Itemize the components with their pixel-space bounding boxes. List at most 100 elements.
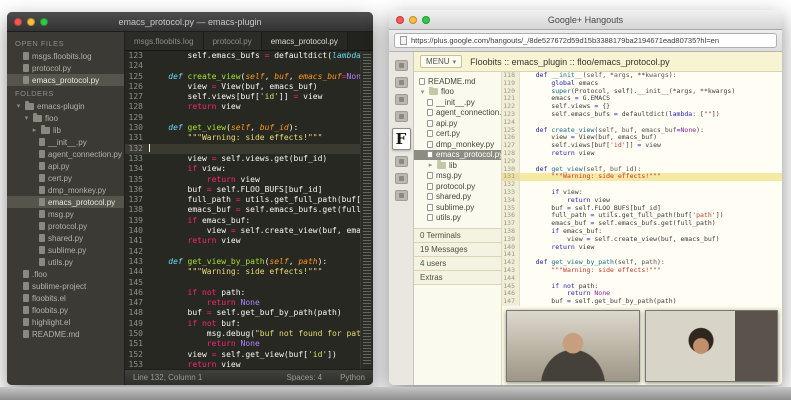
floobits-app-icon[interactable]: F: [391, 128, 411, 150]
tree-file-item[interactable]: shared.py: [7, 232, 124, 244]
section-0-terminals[interactable]: 0 Terminals: [414, 229, 501, 243]
code-line[interactable]: 146 return None: [502, 290, 782, 299]
code-line[interactable]: 141 return view: [125, 236, 373, 246]
open-file-item[interactable]: msgs.floobits.log: [7, 50, 124, 62]
code-line[interactable]: 142 def get_view_by_path(self, path):: [502, 258, 782, 267]
code-line[interactable]: 126 view = View(buf, emacs_buf): [502, 134, 782, 143]
disclosure-closed-icon[interactable]: ▸: [31, 126, 38, 134]
invite-person-icon[interactable]: [394, 77, 408, 88]
tools-icon[interactable]: [394, 173, 408, 184]
code-line[interactable]: 147 buf = self.get_buf_by_path(path): [502, 297, 782, 306]
code-line[interactable]: 135 return view: [125, 175, 373, 185]
open-file-item[interactable]: protocol.py: [7, 62, 124, 74]
code-line[interactable]: 137 full_path = utils.get_full_path(buf[…: [125, 195, 373, 205]
code-line[interactable]: 121 emacs = G.EMACS: [502, 95, 782, 104]
code-line[interactable]: 122 self.views = {}: [502, 102, 782, 111]
code-line[interactable]: 132: [125, 143, 373, 154]
tab-msgs-floobits-log[interactable]: msgs.floobits.log: [125, 32, 204, 50]
tree-folder-item[interactable]: ▾ floo: [414, 86, 501, 98]
code-line[interactable]: 139 view = self.create_view(buf, emacs_b…: [502, 235, 782, 244]
code-line[interactable]: 134 if view:: [125, 164, 373, 174]
minimize-button[interactable]: [27, 17, 35, 26]
tab-emacs-protocol-py[interactable]: emacs_protocol.py: [261, 32, 348, 50]
code-line[interactable]: 130 def get_view(self, buf_id):: [125, 123, 373, 133]
code-line[interactable]: 151 return None: [125, 339, 373, 349]
menu-button[interactable]: MENU: [420, 55, 463, 68]
tree-folder-item[interactable]: ▸ lib: [414, 160, 501, 171]
code-line[interactable]: 129: [502, 157, 782, 166]
sublime-titlebar[interactable]: emacs_protocol.py — emacs-plugin: [7, 12, 373, 32]
code-line[interactable]: 120 super(Protocol, self).__init__(*args…: [502, 87, 782, 96]
code-line[interactable]: 136 full_path = utils.get_full_path(buf[…: [502, 212, 782, 221]
code-line[interactable]: 131 """Warning: side effects!""": [502, 173, 782, 182]
tree-file-item[interactable]: sublime.py: [7, 244, 124, 256]
disclosure-open-icon[interactable]: ▾: [419, 88, 426, 96]
code-line[interactable]: 130 def get_view(self, buf_id):: [502, 165, 782, 174]
tree-file-item[interactable]: utils.py: [7, 256, 124, 268]
code-line[interactable]: 127 self.views[buf['id']] = view: [125, 92, 373, 102]
camera-icon[interactable]: [394, 94, 408, 105]
tree-file-item[interactable]: api.py: [414, 118, 501, 129]
code-line[interactable]: 143 """Warning: side effects!""": [502, 266, 782, 275]
tree-file-item[interactable]: sublime.py: [414, 202, 501, 213]
tree-folder-item[interactable]: ▾ emacs-plugin: [7, 100, 124, 112]
code-line[interactable]: 133 if view:: [502, 188, 782, 197]
tree-file-item[interactable]: .floo: [7, 268, 124, 280]
close-button[interactable]: [396, 15, 404, 24]
code-line[interactable]: 137 emacs_buf = self.emacs_bufs.get(full…: [502, 219, 782, 228]
section-19-messages[interactable]: 19 Messages: [414, 243, 501, 257]
tree-file-item[interactable]: cert.py: [414, 129, 501, 140]
code-line[interactable]: 128 return view: [502, 149, 782, 158]
disclosure-closed-icon[interactable]: ▸: [427, 161, 434, 169]
tree-file-item[interactable]: protocol.py: [414, 181, 501, 192]
code-line[interactable]: 126 view = View(buf, emacs_buf): [125, 82, 373, 92]
code-line[interactable]: 136 buf = self.FLOO_BUFS[buf_id]: [125, 185, 373, 195]
settings-icon[interactable]: [394, 190, 408, 201]
code-line[interactable]: 150 msg.debug("buf not found for path %s…: [125, 329, 373, 339]
tree-file-item[interactable]: dmp_monkey.py: [414, 139, 501, 150]
tree-file-item[interactable]: __init__.py: [414, 97, 501, 108]
minimap[interactable]: [360, 51, 373, 369]
code-line[interactable]: 129: [125, 113, 373, 123]
language-mode[interactable]: Python: [340, 373, 365, 382]
tree-file-item[interactable]: msg.py: [7, 208, 124, 220]
code-line[interactable]: 123 self.emacs_bufs = defaultdict(lambda…: [502, 110, 782, 119]
code-line[interactable]: 128 return view: [125, 102, 373, 112]
tree-file-item[interactable]: floobits.py: [7, 304, 124, 316]
code-line[interactable]: 133 view = self.views.get(buf_id): [125, 154, 373, 164]
code-line[interactable]: 123 self.emacs_bufs = defaultdict(lambda…: [125, 51, 373, 61]
zoom-button[interactable]: [40, 17, 48, 26]
code-line[interactable]: 125 def create_view(self, buf, emacs_buf…: [125, 72, 373, 82]
code-line[interactable]: 138 emacs_buf = self.emacs_bufs.get(full…: [125, 205, 373, 215]
tree-file-item[interactable]: agent_connection.py: [7, 148, 124, 160]
code-line[interactable]: 131 """Warning: side effects!""": [125, 133, 373, 143]
screenshare-icon[interactable]: [394, 60, 408, 71]
code-line[interactable]: 119 global emacs: [502, 79, 782, 88]
tree-file-item[interactable]: agent_connection.py: [414, 108, 501, 119]
tree-folder-item[interactable]: ▸ lib: [7, 124, 124, 136]
code-line[interactable]: 152 view = self.get_view(buf['id']): [125, 350, 373, 360]
tree-file-item[interactable]: __init__.py: [7, 136, 124, 148]
disclosure-open-icon[interactable]: ▾: [23, 114, 30, 122]
tree-file-item[interactable]: cert.py: [7, 172, 124, 184]
code-line[interactable]: 140 return view: [502, 243, 782, 252]
code-line[interactable]: 127 self.views[buf['id']] = view: [502, 141, 782, 150]
code-line[interactable]: 138 if emacs_buf:: [502, 227, 782, 236]
code-line[interactable]: 145: [125, 278, 373, 288]
code-line[interactable]: 140 view = self.create_view(buf, emacs_b…: [125, 226, 373, 236]
code-editor[interactable]: 123 self.emacs_bufs = defaultdict(lambda…: [125, 51, 373, 369]
code-line[interactable]: 124: [125, 61, 373, 71]
tree-file-item[interactable]: shared.py: [414, 192, 501, 203]
tree-file-item[interactable]: api.py: [7, 160, 124, 172]
shared-code-view[interactable]: 118 def __init__(self, *args, **kwargs):…: [502, 72, 782, 307]
disclosure-open-icon[interactable]: ▾: [15, 102, 22, 110]
tree-file-item[interactable]: utils.py: [414, 213, 501, 224]
zoom-button[interactable]: [422, 15, 430, 24]
code-line[interactable]: 135 buf = self.FLOO_BUFS[buf_id]: [502, 204, 782, 213]
code-line[interactable]: 144: [502, 274, 782, 283]
tree-file-item[interactable]: msg.py: [414, 171, 501, 182]
indent-setting[interactable]: Spaces: 4: [287, 373, 323, 382]
tree-file-item[interactable]: README.md: [7, 328, 124, 340]
code-line[interactable]: 146 if not path:: [125, 288, 373, 298]
code-line[interactable]: 132: [502, 180, 782, 189]
